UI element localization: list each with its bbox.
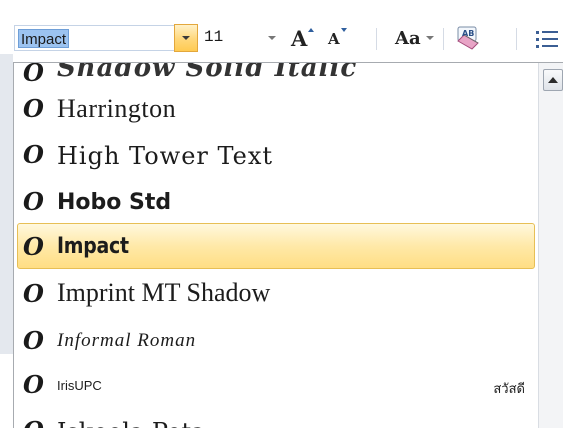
opentype-font-icon: O: [23, 232, 44, 261]
grow-font-icon: A: [291, 26, 308, 51]
word-font-dropdown-screen: Impact 11 A A Aa AB O Shadow Solid Itali…: [0, 0, 563, 428]
opentype-font-icon: O: [23, 326, 44, 355]
opentype-font-icon: O: [23, 140, 44, 169]
shrink-font-icon: A: [328, 30, 340, 48]
font-name-label: Iskoola Pota: [57, 418, 205, 428]
bullets-button[interactable]: [530, 24, 563, 52]
font-name-label: Harrington: [57, 94, 177, 123]
caret-up-icon: [308, 28, 314, 32]
font-list-item[interactable]: O Informal Roman: [17, 321, 535, 361]
font-name-label: Hobo Std: [57, 190, 172, 215]
font-name-label: IrisUPC: [57, 378, 102, 393]
font-list-item-selected[interactable]: O Impact: [17, 223, 535, 269]
font-name-label: Shadow Solid Italic: [57, 62, 358, 83]
font-list-item[interactable]: O High Tower Text: [17, 135, 535, 175]
font-name-label: High Tower Text: [57, 142, 274, 170]
opentype-font-icon: O: [23, 187, 44, 216]
font-name-dropdown-button[interactable]: [174, 24, 198, 52]
opentype-font-icon: O: [23, 419, 44, 428]
arrow-up-icon: [548, 77, 558, 83]
vertical-scrollbar[interactable]: [538, 63, 563, 428]
font-name-combobox[interactable]: Impact: [14, 25, 196, 51]
list-bullets-icon: [530, 24, 563, 52]
change-case-button[interactable]: Aa: [391, 24, 439, 52]
font-list-item[interactable]: O Iskoola Pota: [17, 405, 535, 428]
opentype-font-icon: O: [23, 370, 44, 399]
shrink-font-button[interactable]: A: [322, 24, 352, 52]
font-name-input[interactable]: Impact: [18, 29, 70, 48]
font-size-combobox[interactable]: 11: [200, 25, 284, 51]
font-list-item[interactable]: O IrisUPC สวัสดี: [17, 365, 535, 405]
font-name-label: Impact: [57, 234, 129, 259]
font-dropdown-list[interactable]: O Shadow Solid Italic O Harrington O Hig…: [13, 62, 563, 428]
caret-down-icon: [341, 28, 347, 32]
chevron-down-icon: [182, 36, 190, 40]
toolbar-separator: [443, 28, 444, 50]
font-name-label: Informal Roman: [57, 330, 197, 351]
font-name-label: Imprint MT Shadow: [57, 278, 271, 307]
scroll-up-button[interactable]: [543, 69, 563, 91]
chevron-down-icon: [268, 36, 276, 40]
font-sample-text: สวัสดี: [493, 381, 525, 396]
clear-formatting-label: AB: [462, 29, 475, 38]
chevron-down-icon: [426, 36, 434, 40]
font-size-dropdown-button[interactable]: [260, 25, 284, 51]
font-list-item[interactable]: O Hobo Std: [17, 182, 535, 222]
toolbar-separator: [376, 28, 377, 50]
opentype-font-icon: O: [23, 279, 44, 308]
font-list-item[interactable]: O Shadow Solid Italic: [17, 62, 535, 89]
ribbon-font-group: Impact 11 A A Aa AB: [0, 0, 563, 64]
toolbar-separator: [516, 28, 517, 50]
opentype-font-icon: O: [23, 94, 44, 123]
clear-formatting-button[interactable]: AB: [452, 24, 484, 52]
font-size-input[interactable]: 11: [204, 28, 223, 46]
grow-font-button[interactable]: A: [288, 24, 318, 52]
font-list-item[interactable]: O Imprint MT Shadow: [17, 274, 535, 314]
font-list-item[interactable]: O Harrington: [17, 89, 535, 129]
change-case-icon: Aa: [395, 28, 421, 49]
opentype-font-icon: O: [23, 62, 44, 87]
document-background-left: [0, 54, 13, 354]
